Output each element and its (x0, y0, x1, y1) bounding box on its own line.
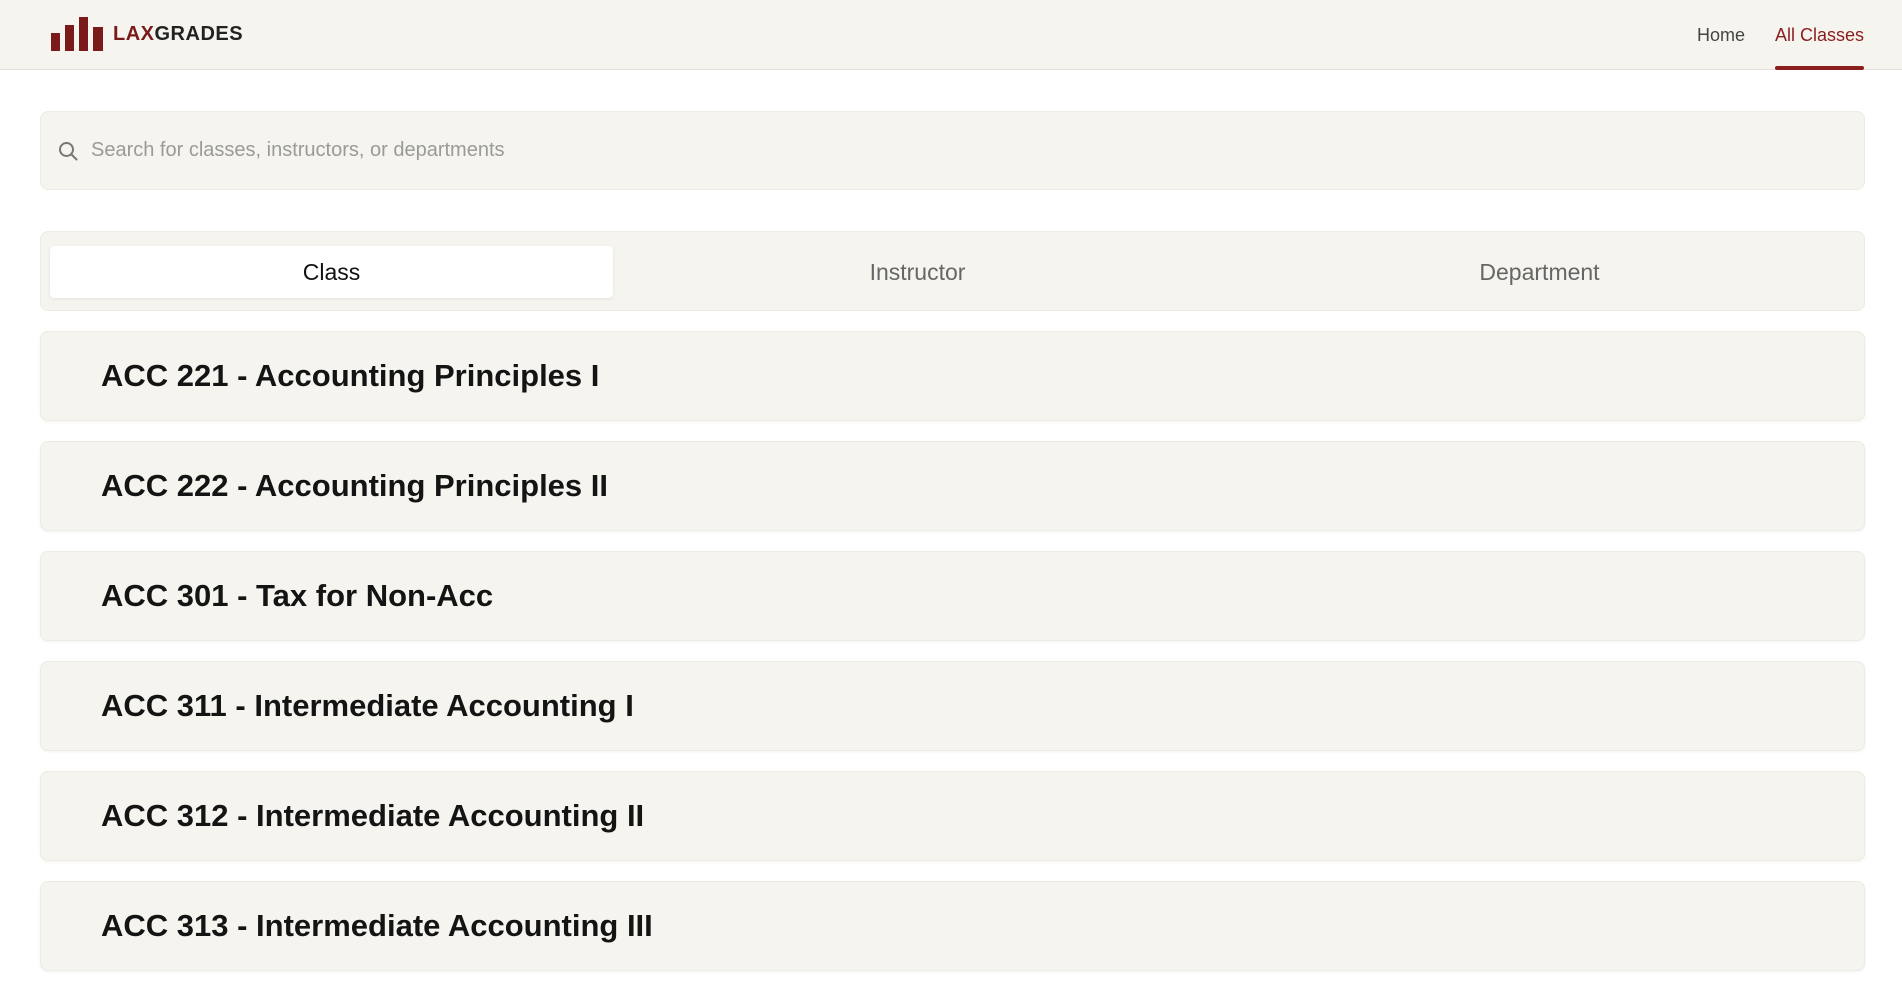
class-title: ACC 311 - Intermediate Accounting I (101, 688, 634, 723)
nav-link-all-classes[interactable]: All Classes (1774, 0, 1865, 70)
bar-chart-icon (51, 17, 103, 51)
search-type-tabs: Class Instructor Department (40, 231, 1865, 311)
top-navbar: LAXGRADES Home All Classes (0, 0, 1902, 70)
search-input[interactable] (91, 130, 1864, 171)
class-title: ACC 222 - Accounting Principles II (101, 468, 609, 503)
brand-name-part2: GRADES (154, 23, 244, 45)
class-title: ACC 301 - Tax for Non-Acc (101, 578, 494, 613)
class-list-item[interactable]: ACC 221 - Accounting Principles I (40, 331, 1865, 421)
class-title: ACC 313 - Intermediate Accounting III (101, 908, 653, 943)
tab-department[interactable]: Department (1222, 246, 1857, 298)
brand-logo-link[interactable]: LAXGRADES (51, 17, 243, 51)
class-list-item[interactable]: ACC 311 - Intermediate Accounting I (40, 661, 1865, 751)
class-list-item[interactable]: ACC 313 - Intermediate Accounting III (40, 881, 1865, 971)
search-icon (59, 141, 78, 160)
brand-name: LAXGRADES (113, 17, 243, 51)
nav-link-home[interactable]: Home (1697, 0, 1745, 70)
class-list-item[interactable]: ACC 312 - Intermediate Accounting II (40, 771, 1865, 861)
class-list: ACC 221 - Accounting Principles I ACC 22… (40, 331, 1865, 991)
class-title: ACC 221 - Accounting Principles I (101, 358, 600, 393)
search-bar (40, 111, 1865, 190)
class-list-item[interactable]: ACC 222 - Accounting Principles II (40, 441, 1865, 531)
class-title: ACC 312 - Intermediate Accounting II (101, 798, 645, 833)
brand-name-part1: LAX (113, 23, 155, 45)
tab-instructor[interactable]: Instructor (621, 246, 1214, 298)
class-list-item[interactable]: ACC 301 - Tax for Non-Acc (40, 551, 1865, 641)
tab-class[interactable]: Class (50, 246, 613, 298)
main-nav: Home All Classes (1667, 0, 1865, 70)
